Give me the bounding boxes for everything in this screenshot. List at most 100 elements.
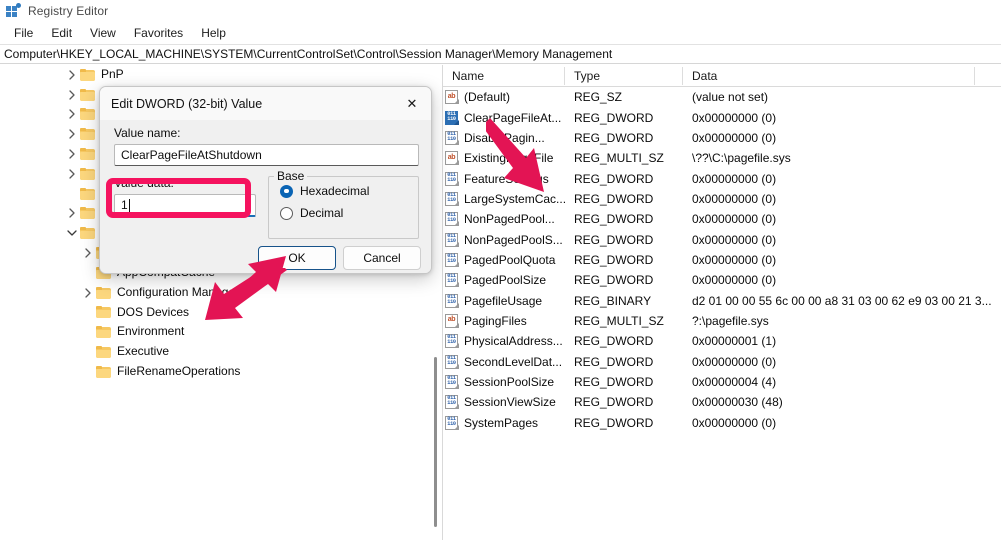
chevron-right-icon[interactable] — [64, 144, 80, 164]
chevron-right-icon[interactable] — [64, 65, 80, 85]
folder-icon — [80, 148, 95, 161]
menu-file[interactable]: File — [5, 24, 42, 42]
cell-data: 0x00000004 (4) — [692, 374, 777, 389]
table-row[interactable]: 011 110 NonPagedPool... REG_DWORD 0x00000000… — [443, 209, 1001, 229]
cell-data: 0x00000000 (0) — [692, 354, 777, 369]
table-row[interactable]: ab (Default) REG_SZ (value not set) — [443, 87, 1001, 107]
table-row[interactable]: 011 110 SessionPoolSize REG_DWORD 0x00000004… — [443, 372, 1001, 392]
cell-type: REG_BINARY — [574, 293, 652, 308]
folder-icon — [96, 306, 111, 319]
cell-data: 0x00000000 (0) — [692, 415, 777, 430]
chevron-right-icon[interactable] — [64, 124, 80, 144]
cell-data: 0x00000000 (0) — [692, 110, 777, 125]
cell-name: 011 110 SessionViewSize — [443, 395, 565, 410]
chevron-right-icon[interactable] — [64, 164, 80, 184]
value-name-label: Value name: — [114, 126, 181, 140]
value-name: DisablePagin... — [464, 130, 545, 145]
cell-type: REG_SZ — [574, 90, 623, 105]
chevron-right-icon[interactable] — [64, 105, 80, 125]
dword-value-icon: 011 110 — [445, 395, 459, 410]
registry-path: Computer\HKEY_LOCAL_MACHINE\SYSTEM\Curre… — [4, 47, 613, 61]
chevron-right-icon[interactable] — [64, 184, 80, 204]
table-row[interactable]: 011 110 PagefileUsage REG_BINARY d2 01 00 00… — [443, 290, 1001, 310]
address-bar[interactable]: Computer\HKEY_LOCAL_MACHINE\SYSTEM\Curre… — [0, 44, 1001, 64]
text-caret — [128, 198, 130, 212]
chevron-right-icon[interactable] — [64, 204, 80, 224]
tree-item-configuration-manager[interactable]: Configuration Manager — [0, 283, 429, 303]
table-row[interactable]: 011 110 LargeSystemCac... REG_DWORD 0x000000… — [443, 189, 1001, 209]
cell-name: 011 110 SecondLevelDat... — [443, 354, 565, 369]
chevron-right-icon[interactable] — [80, 342, 96, 362]
folder-icon — [80, 167, 95, 180]
column-header-type[interactable]: Type — [565, 65, 683, 87]
list-column-headers: Name Type Data — [443, 65, 1001, 87]
ok-button[interactable]: OK — [258, 246, 336, 270]
registry-values-list[interactable]: Name Type Data ab (Default) REG_SZ (value n… — [443, 65, 1001, 540]
chevron-right-icon[interactable] — [80, 283, 96, 303]
menu-edit[interactable]: Edit — [42, 24, 81, 42]
value-name-input[interactable]: ClearPageFileAtShutdown — [114, 144, 419, 166]
tree-item-pnp[interactable]: PnP — [0, 65, 429, 85]
table-row[interactable]: 011 110 PagedPoolSize REG_DWORD 0x00000000 (… — [443, 270, 1001, 290]
cell-name: 011 110 DisablePagin... — [443, 130, 565, 145]
table-row[interactable]: 011 110 FeatureSettings REG_DWORD 0x00000000… — [443, 168, 1001, 188]
chevron-right-icon[interactable] — [80, 243, 96, 263]
table-row[interactable]: ab PagingFiles REG_MULTI_SZ ?:\pagefile.sys — [443, 311, 1001, 331]
menu-help[interactable]: Help — [192, 24, 235, 42]
column-header-data[interactable]: Data — [683, 65, 975, 87]
string-value-icon: ab — [445, 90, 459, 105]
table-row[interactable]: 011 110 PagedPoolQuota REG_DWORD 0x00000000 … — [443, 250, 1001, 270]
tree-item-dos-devices[interactable]: DOS Devices — [0, 303, 429, 323]
table-row[interactable]: 011 110 SecondLevelDat... REG_DWORD 0x000000… — [443, 351, 1001, 371]
chevron-down-icon[interactable] — [64, 223, 80, 243]
cell-data: 0x00000000 (0) — [692, 191, 777, 206]
menu-favorites[interactable]: Favorites — [125, 24, 192, 42]
cell-name: 011 110 PagedPoolQuota — [443, 252, 565, 267]
chevron-right-icon[interactable] — [80, 263, 96, 283]
chevron-right-icon[interactable] — [64, 85, 80, 105]
folder-icon — [80, 68, 95, 81]
cell-data: 0x00000030 (48) — [692, 395, 783, 410]
cell-name: ab ExistingPageFile — [443, 151, 565, 166]
table-row[interactable]: 011 110 SessionViewSize REG_DWORD 0x00000030… — [443, 392, 1001, 412]
dword-value-icon: 011 110 — [445, 232, 459, 247]
chevron-right-icon[interactable] — [80, 362, 96, 382]
column-header-name[interactable]: Name — [443, 65, 565, 87]
tree-item-environment[interactable]: Environment — [0, 322, 429, 342]
menubar: File Edit View Favorites Help — [0, 22, 1001, 44]
cell-type: REG_DWORD — [574, 354, 654, 369]
cell-name: 011 110 SessionPoolSize — [443, 374, 565, 389]
cell-name: 011 110 PhysicalAddress... — [443, 334, 565, 349]
table-row[interactable]: 011 110 SystemPages REG_DWORD 0x00000000 (0) — [443, 413, 1001, 433]
value-name: (Default) — [464, 90, 511, 105]
table-row[interactable]: ab ExistingPageFile REG_MULTI_SZ \??\C:\pag… — [443, 148, 1001, 168]
table-row[interactable]: 011 110 PhysicalAddress... REG_DWORD 0x00000… — [443, 331, 1001, 351]
value-data-input[interactable]: 1 — [114, 194, 256, 217]
tree-item-label: Executive — [117, 344, 170, 359]
cancel-button[interactable]: Cancel — [343, 246, 421, 270]
cell-name: 011 110 ClearPageFileAt... — [443, 110, 565, 125]
cell-name: 011 110 FeatureSettings — [443, 171, 565, 186]
menu-view[interactable]: View — [81, 24, 125, 42]
chevron-right-icon[interactable] — [80, 303, 96, 323]
tree-item-label: PnP — [101, 67, 124, 81]
column-header-spacer — [975, 65, 1001, 87]
tree-scrollbar-thumb[interactable] — [434, 357, 437, 527]
tree-item-filerenameoperations[interactable]: FileRenameOperations — [0, 362, 429, 382]
cell-data: 0x00000000 (0) — [692, 232, 777, 247]
dialog-body: Value name: ClearPageFileAtShutdown Valu… — [100, 120, 431, 273]
tree-item-executive[interactable]: Executive — [0, 342, 429, 362]
cell-data: 0x00000001 (1) — [692, 334, 777, 349]
registry-editor-window: Registry Editor File Edit View Favorites… — [0, 0, 1001, 540]
tree-item-label: Configuration Manager — [117, 284, 240, 299]
window-titlebar: Registry Editor — [0, 0, 1001, 22]
radio-decimal-icon — [280, 206, 293, 220]
table-row[interactable]: 011 110 DisablePagin... REG_DWORD 0x00000000… — [443, 128, 1001, 148]
chevron-right-icon[interactable] — [80, 322, 96, 342]
folder-icon — [96, 365, 111, 378]
table-row[interactable]: 011 110 ClearPageFileAt... REG_DWORD 0x00000… — [443, 107, 1001, 127]
radio-hexadecimal[interactable]: Hexadecimal — [280, 184, 369, 198]
radio-decimal[interactable]: Decimal — [280, 206, 343, 220]
close-icon[interactable]: ✕ — [391, 87, 431, 120]
table-row[interactable]: 011 110 NonPagedPoolS... REG_DWORD 0x0000000… — [443, 229, 1001, 249]
